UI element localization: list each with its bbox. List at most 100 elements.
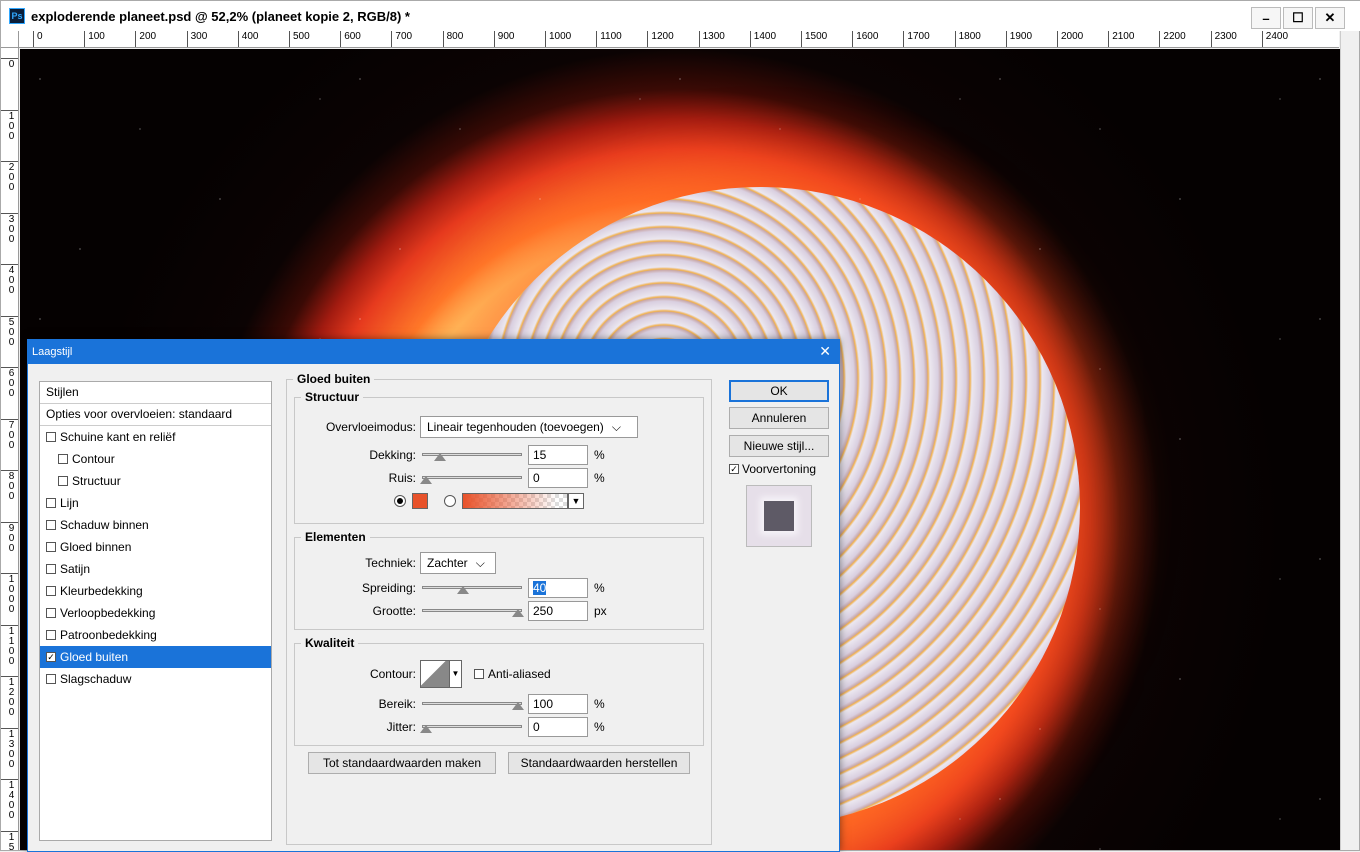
range-label: Bereik: — [378, 697, 416, 711]
quality-title: Kwaliteit — [305, 636, 355, 650]
contour-label: Contour: — [369, 667, 416, 681]
size-input[interactable]: 250 — [528, 601, 588, 621]
style-item-label: Gloed buiten — [60, 650, 129, 664]
opacity-slider[interactable] — [422, 449, 522, 461]
blend-mode-value: Lineair tegenhouden (toevoegen) — [427, 420, 604, 434]
ruler-tick-label: 300 — [186, 31, 207, 47]
range-slider[interactable] — [422, 698, 524, 710]
range-unit: % — [594, 697, 605, 711]
solid-color-radio[interactable] — [394, 495, 406, 507]
spread-input[interactable]: 40 — [528, 578, 588, 598]
ruler-tick-label: 1000 — [1, 573, 18, 615]
anti-alias-checkbox[interactable] — [474, 669, 484, 679]
style-item-label: Contour — [72, 452, 115, 466]
dialog-close-icon[interactable]: ✕ — [819, 343, 831, 360]
style-item[interactable]: Patroonbedekking — [40, 624, 271, 646]
style-item[interactable]: Structuur — [40, 470, 271, 492]
ruler-tick-label: 1400 — [1, 779, 18, 821]
style-item-label: Satijn — [60, 562, 91, 576]
ruler-tick-label: 400 — [1, 264, 18, 296]
gradient-dropdown-icon[interactable]: ▼ — [568, 493, 584, 509]
style-checkbox[interactable] — [46, 586, 56, 596]
contour-dropdown-icon[interactable]: ▼ — [450, 660, 462, 688]
style-item-label: Schuine kant en reliëf — [60, 430, 176, 444]
chevron-down-icon: ⌵ — [611, 419, 621, 434]
style-item[interactable]: Verloopbedekking — [40, 602, 271, 624]
styles-header[interactable]: Stijlen — [40, 382, 271, 404]
spread-unit: % — [594, 581, 605, 595]
style-item[interactable]: Kleurbedekking — [40, 580, 271, 602]
style-checkbox[interactable] — [46, 564, 56, 574]
ruler-tick-label: 2000 — [1057, 31, 1083, 47]
style-item-label: Structuur — [72, 474, 121, 488]
style-checkbox[interactable] — [46, 608, 56, 618]
style-item[interactable]: Gloed binnen — [40, 536, 271, 558]
blend-options-item[interactable]: Opties voor overvloeien: standaard — [40, 404, 271, 426]
style-checkbox[interactable] — [46, 432, 56, 442]
technique-value: Zachter — [427, 556, 468, 570]
style-checkbox[interactable] — [46, 674, 56, 684]
spread-slider[interactable] — [422, 582, 522, 594]
style-item[interactable]: Satijn — [40, 558, 271, 580]
gradient-radio[interactable] — [444, 495, 456, 507]
ok-button[interactable]: OK — [729, 380, 829, 402]
ruler-tick-label: 0 — [33, 31, 43, 47]
cancel-button[interactable]: Annuleren — [729, 407, 829, 429]
ruler-tick-label: 800 — [442, 31, 463, 47]
style-item[interactable]: Schaduw binnen — [40, 514, 271, 536]
technique-select[interactable]: Zachter ⌵ — [420, 552, 496, 574]
style-checkbox[interactable] — [46, 520, 56, 530]
style-checkbox[interactable] — [58, 454, 68, 464]
ruler-tick-label: 1300 — [698, 31, 725, 47]
size-label: Grootte: — [372, 604, 416, 618]
style-item[interactable]: Slagschaduw — [40, 668, 271, 690]
preview-checkbox[interactable]: ✓ — [729, 464, 739, 474]
range-input[interactable]: 100 — [528, 694, 588, 714]
ruler-tick-label: 1300 — [1, 727, 18, 770]
ruler-tick-label: 1500 — [801, 31, 827, 47]
style-checkbox[interactable] — [58, 476, 68, 486]
new-style-button[interactable]: Nieuwe stijl... — [729, 435, 829, 457]
contour-preview[interactable] — [420, 660, 450, 688]
ruler-tick-label: 1400 — [749, 31, 776, 47]
style-item[interactable]: Schuine kant en reliëf — [40, 426, 271, 448]
ruler-tick-label: 2400 — [1261, 31, 1288, 47]
close-button[interactable]: ✕ — [1315, 7, 1345, 29]
ruler-tick-label: 900 — [493, 31, 514, 47]
style-checkbox[interactable] — [46, 498, 56, 508]
jitter-slider[interactable] — [420, 721, 522, 733]
style-checkbox[interactable] — [46, 630, 56, 640]
noise-input[interactable]: 0 — [528, 468, 588, 488]
opacity-label: Dekking: — [369, 448, 416, 462]
jitter-input[interactable]: 0 — [528, 717, 588, 737]
ruler-tick-label: 700 — [1, 418, 18, 451]
style-item[interactable]: Contour — [40, 448, 271, 470]
style-checkbox[interactable]: ✓ — [46, 652, 56, 662]
minimize-button[interactable]: – — [1251, 7, 1281, 29]
ruler-tick-label: 100 — [1, 109, 18, 142]
style-item[interactable]: Lijn — [40, 492, 271, 514]
preview-label: Voorvertoning — [742, 462, 817, 476]
ruler-tick-label: 1500 — [1, 830, 18, 850]
ruler-tick-label: 2300 — [1210, 31, 1237, 47]
noise-slider[interactable] — [420, 472, 522, 484]
ruler-tick-label: 200 — [1, 161, 18, 193]
reset-default-button[interactable]: Standaardwaarden herstellen — [508, 752, 690, 774]
ruler-tick-label: 2100 — [1108, 31, 1134, 47]
ruler-tick-label: 1900 — [1005, 31, 1032, 47]
gradient-picker[interactable] — [462, 493, 568, 509]
glow-color-swatch[interactable] — [412, 493, 428, 509]
size-slider[interactable] — [422, 605, 524, 617]
style-item-label: Gloed binnen — [60, 540, 132, 554]
size-unit: px — [594, 604, 607, 618]
vertical-scrollbar[interactable] — [1340, 31, 1359, 850]
ruler-tick-label: 300 — [1, 212, 18, 245]
make-default-button[interactable]: Tot standaardwaarden maken — [308, 752, 496, 774]
maximize-button[interactable]: ☐ — [1283, 7, 1313, 29]
ruler-tick-label: 400 — [237, 31, 258, 47]
anti-alias-label: Anti-aliased — [488, 667, 551, 681]
blend-mode-select[interactable]: Lineair tegenhouden (toevoegen) ⌵ — [420, 416, 638, 438]
style-checkbox[interactable] — [46, 542, 56, 552]
style-item[interactable]: ✓ Gloed buiten — [40, 646, 271, 668]
opacity-input[interactable]: 15 — [528, 445, 588, 465]
